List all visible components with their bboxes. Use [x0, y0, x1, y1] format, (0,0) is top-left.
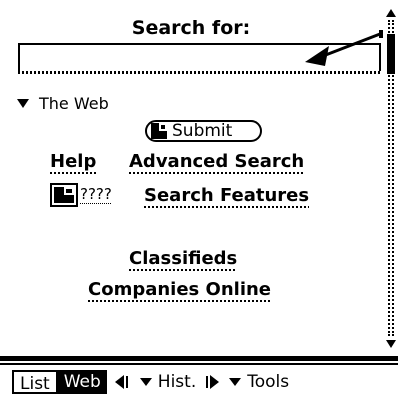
features-shortcut-link[interactable]: ????: [80, 185, 112, 204]
back-arrow-icon: [114, 375, 124, 389]
tab-list[interactable]: List: [12, 370, 58, 394]
forward-button[interactable]: [204, 375, 220, 389]
history-triangle-icon: [139, 378, 152, 386]
history-label: Hist.: [157, 372, 197, 392]
back-bar-icon: [125, 376, 128, 388]
forward-arrow-icon: [210, 375, 220, 389]
history-dropdown[interactable]: Hist.: [134, 372, 196, 392]
scroll-up-icon[interactable]: [386, 9, 396, 17]
back-button[interactable]: [114, 375, 130, 389]
scroll-down-icon[interactable]: [386, 340, 396, 348]
scroll-thumb[interactable]: [387, 34, 395, 74]
vertical-scrollbar[interactable]: [385, 4, 397, 353]
toolbar-divider: [0, 356, 398, 361]
search-scope-dropdown[interactable]: The Web: [17, 94, 109, 113]
search-scope-label: The Web: [39, 94, 109, 113]
tab-web[interactable]: Web: [57, 370, 107, 394]
tools-label: Tools: [247, 372, 290, 392]
bottom-toolbar: List Web Hist. Tools: [12, 369, 289, 395]
tools-dropdown[interactable]: Tools: [223, 372, 289, 392]
submit-graphic-icon: [151, 123, 167, 139]
advanced-search-link[interactable]: Advanced Search: [129, 152, 305, 174]
search-features-link[interactable]: Search Features: [144, 186, 310, 208]
submit-label: Submit: [172, 121, 233, 141]
dropdown-triangle-icon: [17, 99, 29, 108]
pointer-arrow-icon: [305, 30, 383, 66]
classifieds-link[interactable]: Classifieds: [129, 249, 238, 271]
feature-graphic-icon[interactable]: [50, 183, 78, 207]
forward-bar-icon: [206, 376, 209, 388]
palm-browser-screen: Search for: The Web Submit Help Advanced…: [0, 0, 398, 399]
submit-button[interactable]: Submit: [145, 120, 262, 142]
help-link[interactable]: Help: [50, 152, 97, 174]
companies-online-link[interactable]: Companies Online: [88, 280, 272, 302]
toolbar-divider-thin: [0, 363, 398, 365]
tools-triangle-icon: [229, 378, 242, 386]
